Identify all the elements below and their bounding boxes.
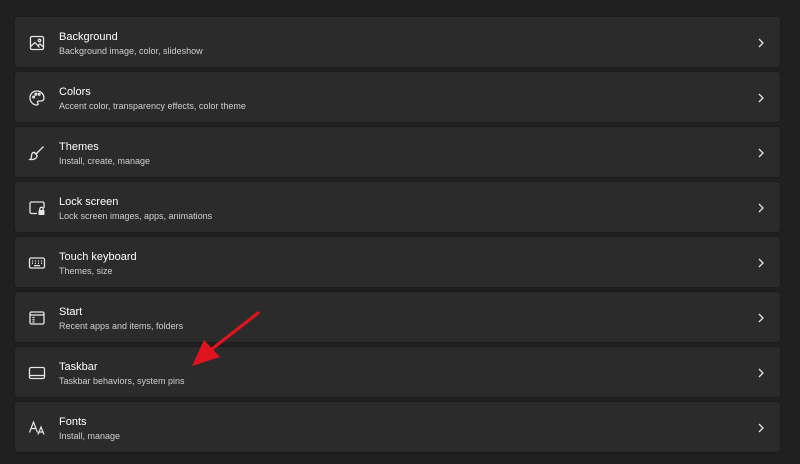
item-title: Fonts <box>59 416 87 428</box>
item-subtitle: Install, create, manage <box>59 156 151 166</box>
settings-item-lock-screen[interactable]: Lock screen Lock screen images, apps, an… <box>14 181 781 233</box>
item-subtitle: Accent color, transparency effects, colo… <box>59 101 246 111</box>
picture-icon <box>28 34 46 52</box>
chevron-right-icon <box>756 92 766 104</box>
item-subtitle: Taskbar behaviors, system pins <box>59 376 185 386</box>
item-title: Start <box>59 306 83 318</box>
brush-icon <box>28 144 46 162</box>
settings-item-fonts[interactable]: Fonts Install, manage <box>14 401 781 453</box>
fonts-icon <box>28 419 46 437</box>
chevron-right-icon <box>756 422 766 434</box>
taskbar-icon <box>28 364 46 382</box>
settings-list: Background Background image, color, slid… <box>14 16 781 456</box>
item-title: Taskbar <box>59 361 98 373</box>
settings-item-taskbar[interactable]: Taskbar Taskbar behaviors, system pins <box>14 346 781 398</box>
settings-item-touch-keyboard[interactable]: Touch keyboard Themes, size <box>14 236 781 288</box>
chevron-right-icon <box>756 202 766 214</box>
item-subtitle: Themes, size <box>59 266 113 276</box>
item-title: Touch keyboard <box>59 251 137 263</box>
chevron-right-icon <box>756 257 766 269</box>
lock-screen-icon <box>28 199 46 217</box>
settings-item-background[interactable]: Background Background image, color, slid… <box>14 16 781 68</box>
settings-item-themes[interactable]: Themes Install, create, manage <box>14 126 781 178</box>
personalization-page: Background Background image, color, slid… <box>0 0 800 464</box>
chevron-right-icon <box>756 147 766 159</box>
item-title: Colors <box>59 86 91 98</box>
palette-icon <box>28 89 46 107</box>
keyboard-icon <box>28 254 46 272</box>
start-icon <box>28 309 46 327</box>
item-subtitle: Background image, color, slideshow <box>59 46 203 56</box>
chevron-right-icon <box>756 312 766 324</box>
chevron-right-icon <box>756 367 766 379</box>
item-title: Themes <box>59 141 99 153</box>
item-title: Lock screen <box>59 196 119 208</box>
settings-item-colors[interactable]: Colors Accent color, transparency effect… <box>14 71 781 123</box>
item-subtitle: Recent apps and items, folders <box>59 321 184 331</box>
item-title: Background <box>59 31 118 43</box>
chevron-right-icon <box>756 37 766 49</box>
item-subtitle: Lock screen images, apps, animations <box>59 211 213 221</box>
item-subtitle: Install, manage <box>59 431 121 441</box>
settings-item-start[interactable]: Start Recent apps and items, folders <box>14 291 781 343</box>
